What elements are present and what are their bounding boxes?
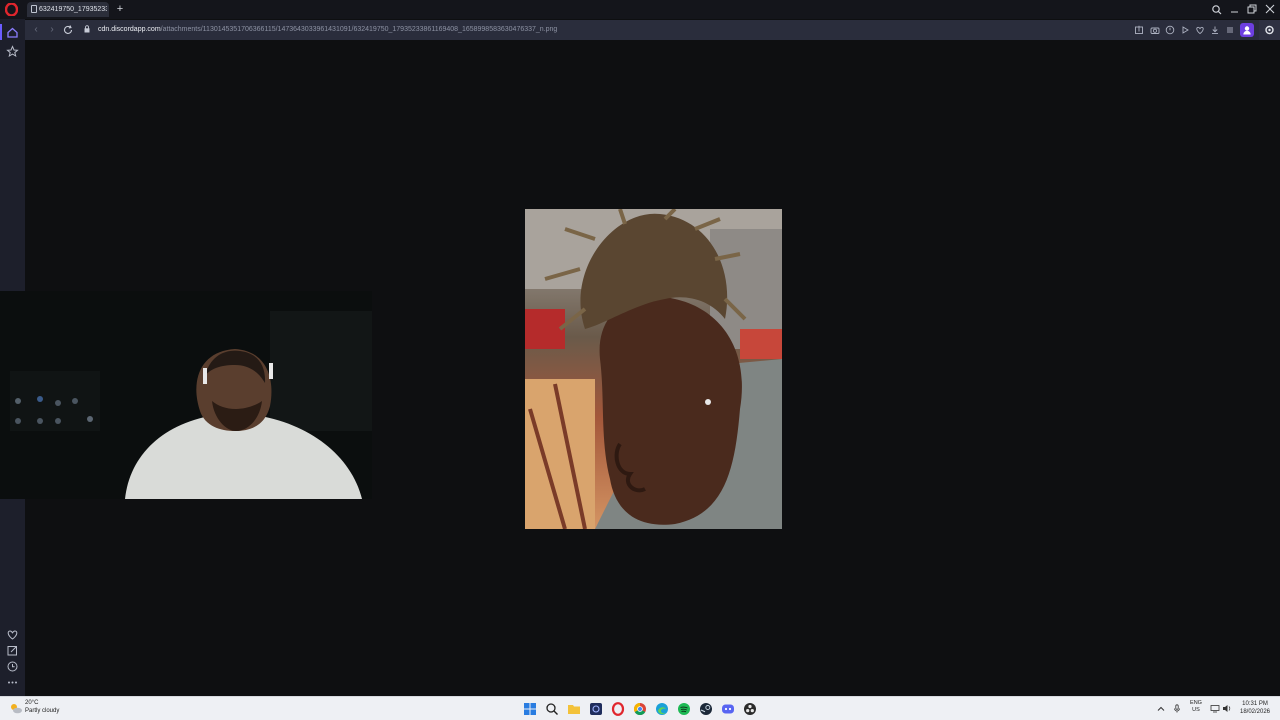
volume-icon[interactable] — [1222, 704, 1232, 713]
opera-icon[interactable] — [611, 702, 625, 716]
discord-icon[interactable] — [721, 702, 735, 716]
camera-icon[interactable] — [1150, 25, 1160, 35]
back-button[interactable]: ‹ — [30, 24, 42, 36]
user-icon — [1243, 26, 1251, 35]
weather-description: Partly cloudy — [25, 708, 60, 714]
url-path: /attachments/1130145351706366115/1473643… — [160, 26, 558, 33]
reload-icon[interactable] — [62, 24, 74, 36]
viewed-image[interactable] — [525, 209, 782, 529]
more-icon[interactable] — [6, 676, 19, 689]
search-tabs-icon[interactable] — [1210, 3, 1224, 16]
steam-icon[interactable] — [699, 702, 713, 716]
opera-menu-button[interactable] — [1259, 20, 1280, 40]
opera-logo-icon[interactable] — [5, 3, 18, 16]
page-icon — [31, 5, 37, 13]
search-icon[interactable] — [545, 702, 559, 716]
address-bar: ‹ › cdn.discordapp.com/attachments/11301… — [25, 20, 1280, 40]
tab-title: 632419750_1793523386 — [39, 6, 107, 13]
minimize-icon[interactable] — [1228, 3, 1242, 16]
pinboard-icon[interactable] — [6, 644, 19, 657]
network-icon[interactable] — [1210, 704, 1220, 713]
browser-tab[interactable]: 632419750_1793523386 — [27, 2, 109, 17]
home-icon[interactable] — [6, 26, 19, 39]
toolbar-heart-icon[interactable] — [1195, 25, 1205, 35]
system-clock[interactable]: 10:31 PM 18/02/2026 — [1236, 700, 1274, 716]
reader-icon[interactable] — [1165, 25, 1175, 35]
weather-temperature: 20°C — [25, 700, 39, 706]
language-code: ENG — [1190, 700, 1202, 706]
language-indicator[interactable]: ENG US — [1187, 700, 1205, 714]
language-region: US — [1192, 707, 1200, 713]
edge-icon[interactable] — [655, 702, 669, 716]
easy-setup-icon[interactable] — [1225, 25, 1235, 35]
play-icon[interactable] — [1180, 25, 1190, 35]
settings-icon — [1265, 25, 1274, 35]
clock-time: 10:31 PM — [1242, 701, 1268, 707]
close-icon[interactable] — [1263, 3, 1277, 16]
app-icon[interactable] — [589, 702, 603, 716]
heart-icon[interactable] — [6, 628, 19, 641]
webcam-feed — [0, 291, 372, 499]
url-host: cdn.discordapp.com — [98, 26, 161, 33]
profile-avatar[interactable] — [1240, 23, 1254, 37]
clock-date: 18/02/2026 — [1239, 709, 1271, 715]
portrait-photo — [525, 209, 782, 529]
spotify-icon[interactable] — [677, 702, 691, 716]
star-icon[interactable] — [6, 45, 19, 58]
history-icon[interactable] — [6, 660, 19, 673]
lock-icon[interactable] — [84, 25, 90, 33]
chrome-icon[interactable] — [633, 702, 647, 716]
show-hidden-icons-icon[interactable] — [1156, 704, 1166, 713]
url-field[interactable]: cdn.discordapp.com/attachments/113014535… — [98, 24, 557, 36]
tab-strip: 632419750_1793523386 + — [0, 0, 1280, 19]
start-icon[interactable] — [523, 702, 537, 716]
active-indicator — [0, 24, 2, 40]
file-explorer-icon[interactable] — [567, 702, 581, 716]
microphone-icon[interactable] — [1173, 704, 1181, 713]
restore-icon[interactable] — [1245, 3, 1259, 16]
download-icon[interactable] — [1210, 25, 1220, 35]
obs-icon[interactable] — [743, 702, 757, 716]
forward-button[interactable]: › — [46, 24, 58, 36]
windows-taskbar: 20°C Partly cloudy ENG US 10:31 PM 18/02… — [0, 696, 1280, 720]
share-icon[interactable] — [1134, 25, 1144, 35]
new-tab-button[interactable]: + — [114, 2, 126, 16]
webcam-overlay — [0, 291, 372, 499]
weather-partly-cloudy-icon[interactable] — [9, 702, 23, 715]
